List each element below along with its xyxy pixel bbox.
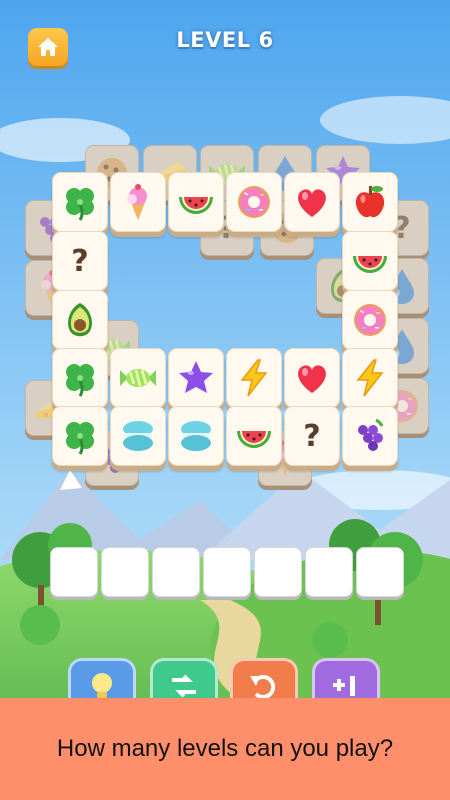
tile-heart[interactable] — [284, 348, 340, 408]
tile-macaron[interactable] — [110, 406, 166, 466]
tile-donut[interactable] — [226, 172, 282, 232]
star-icon — [176, 358, 216, 398]
tray-slot — [254, 547, 302, 597]
tile-apple[interactable] — [342, 172, 398, 232]
tray-slot — [305, 547, 353, 597]
tile-ice-cream[interactable] — [110, 172, 166, 232]
heart-icon — [292, 358, 332, 398]
tile-board: ???? — [0, 0, 450, 520]
tile-lightning[interactable] — [342, 348, 398, 408]
tile-star[interactable] — [168, 348, 224, 408]
avocado-icon — [60, 300, 100, 340]
clover-icon — [60, 416, 100, 456]
tile-heart[interactable] — [284, 172, 340, 232]
macaron-icon — [176, 416, 216, 456]
tile-lightning[interactable] — [226, 348, 282, 408]
tile-clover[interactable] — [52, 348, 108, 408]
game-screen: LEVEL 6 ???? How many levels can you pla… — [0, 0, 450, 800]
tile-watermelon[interactable] — [342, 231, 398, 291]
tile-watermelon[interactable] — [168, 172, 224, 232]
tile-question[interactable]: ? — [52, 231, 108, 291]
tile-question[interactable]: ? — [284, 406, 340, 466]
lightning-icon — [350, 358, 390, 398]
promo-banner-text: How many levels can you play? — [56, 735, 394, 762]
apple-icon — [350, 182, 390, 222]
clover-icon — [60, 182, 100, 222]
ice-cream-icon — [118, 182, 158, 222]
tray-slot — [101, 547, 149, 597]
candy-icon — [118, 358, 158, 398]
tray-slot — [50, 547, 98, 597]
tile-candy[interactable] — [110, 348, 166, 408]
tile-clover[interactable] — [52, 406, 108, 466]
tile-avocado[interactable] — [52, 290, 108, 350]
watermelon-icon — [176, 182, 216, 222]
tile-watermelon[interactable] — [226, 406, 282, 466]
lightning-icon — [234, 358, 274, 398]
donut-icon — [350, 300, 390, 340]
watermelon-icon — [234, 416, 274, 456]
tray-slot — [203, 547, 251, 597]
tile-donut[interactable] — [342, 290, 398, 350]
clover-icon — [60, 358, 100, 398]
tile-grapes[interactable] — [342, 406, 398, 466]
tile-clover[interactable] — [52, 172, 108, 232]
question-icon: ? — [71, 243, 89, 279]
macaron-icon — [118, 416, 158, 456]
tray-slot — [356, 547, 404, 597]
donut-icon — [234, 182, 274, 222]
watermelon-icon — [350, 241, 390, 281]
tray-slot — [152, 547, 200, 597]
tile-macaron[interactable] — [168, 406, 224, 466]
heart-icon — [292, 182, 332, 222]
question-icon: ? — [303, 418, 321, 454]
grapes-icon — [350, 416, 390, 456]
promo-banner: How many levels can you play? — [0, 698, 450, 800]
